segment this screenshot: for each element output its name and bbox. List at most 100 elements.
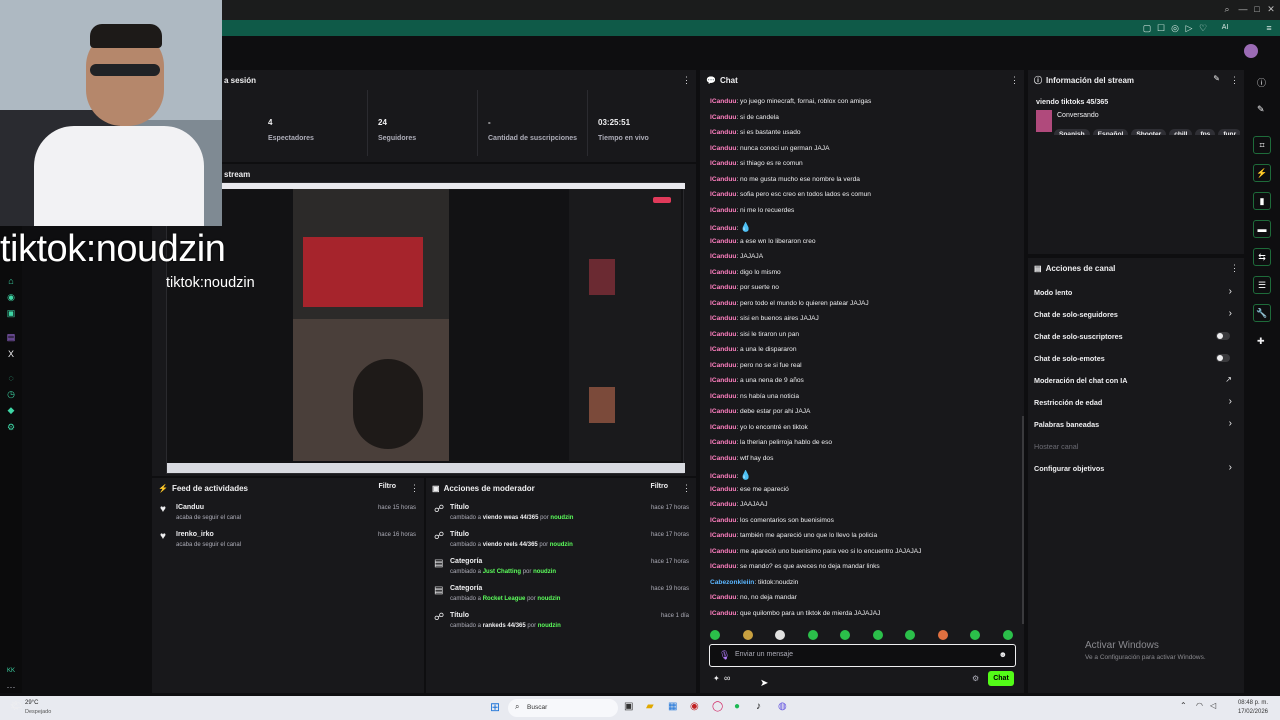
stream-tag[interactable]: Shooter xyxy=(1131,129,1167,135)
chat-message[interactable]: ICanduu: pero no se si fue real xyxy=(710,362,802,369)
chat-message[interactable]: ICanduu: JAJAJA xyxy=(710,253,763,260)
windows-start-icon[interactable]: ⊞ xyxy=(490,700,500,714)
stream-tag[interactable]: fps xyxy=(1195,129,1216,135)
maximize-icon[interactable]: □ xyxy=(1252,4,1262,14)
chat-message[interactable]: ICanduu: la therian pelirroja hablo de e… xyxy=(710,439,832,446)
channel-actions-menu-icon[interactable]: ⋮ xyxy=(1230,262,1239,274)
chat-input[interactable]: 🎙 Enviar un mensaje ☻ xyxy=(709,644,1016,667)
chat-settings-icon[interactable]: ⚙ xyxy=(972,674,979,683)
link-icon[interactable]: ⇆ xyxy=(1253,248,1271,266)
clip-icon[interactable]: ⌗ xyxy=(1253,136,1271,154)
chat-username[interactable]: ICanduu xyxy=(710,269,736,276)
play-icon[interactable]: ▷ xyxy=(1184,23,1194,33)
home-icon[interactable]: ⌂ xyxy=(6,276,16,286)
clock-icon[interactable]: ◷ xyxy=(6,389,16,399)
channel-action-row[interactable]: Moderación del chat con IA ↗ xyxy=(1028,370,1244,388)
emote-icon[interactable] xyxy=(1002,630,1013,640)
mod-actions-menu-icon[interactable]: ⋮ xyxy=(682,482,691,494)
chat-message[interactable]: ICanduu: si es bastante usado xyxy=(710,129,801,136)
chat-username[interactable]: ICanduu xyxy=(710,238,736,245)
spotify-icon[interactable]: ● xyxy=(734,701,740,712)
monitor-icon[interactable]: ▣ xyxy=(6,308,16,318)
chat-username[interactable]: ICanduu xyxy=(710,300,736,307)
close-icon[interactable]: ✕ xyxy=(1266,4,1276,14)
bolt-icon[interactable]: ⚡ xyxy=(1253,164,1271,182)
activity-filter-button[interactable]: Filtro xyxy=(379,483,397,490)
channel-action-row[interactable]: Hostear canal xyxy=(1028,436,1244,454)
chat-message[interactable]: ICanduu: sisi le tiraron un pan xyxy=(710,331,799,338)
chat-username[interactable]: ICanduu xyxy=(710,98,736,105)
chat-username[interactable]: ICanduu xyxy=(710,393,736,400)
chat-message[interactable]: ICanduu: yo juego minecraft, fornai, rob… xyxy=(710,98,871,105)
chat-message[interactable]: ICanduu: también me apareció uno que lo … xyxy=(710,532,877,539)
heart-icon[interactable]: ♡ xyxy=(1198,23,1208,33)
channel-action-row[interactable]: Restricción de edad › xyxy=(1028,392,1244,410)
minimize-icon[interactable]: — xyxy=(1238,4,1248,14)
address-bar[interactable]: ▢ ☐ ◎ ▷ ♡ AI ≡ xyxy=(222,20,1280,36)
channel-action-row[interactable]: Palabras baneadas › xyxy=(1028,414,1244,432)
edit-icon[interactable]: ✎ xyxy=(1213,74,1220,83)
chat-username[interactable]: ICanduu xyxy=(710,424,736,431)
tray-chevron-icon[interactable]: ⌃ xyxy=(1180,701,1187,710)
weather-icon[interactable]: 🌤 xyxy=(10,701,23,712)
chat-message[interactable]: ICanduu: no, no deja mandar xyxy=(710,594,797,601)
shield-icon[interactable]: ◎ xyxy=(1170,23,1180,33)
volume-icon[interactable]: ◁ xyxy=(1210,701,1216,710)
chat-send-button[interactable]: Chat xyxy=(988,671,1014,686)
more-icon[interactable]: ⋯ xyxy=(6,682,16,692)
stream-info-menu-icon[interactable]: ⋮ xyxy=(1230,74,1239,86)
extension-icon[interactable]: ▢ xyxy=(1142,23,1152,33)
activity-item[interactable]: ♥ ICanduu acaba de seguir el canal hace 15 … xyxy=(152,500,424,524)
chat-message[interactable]: ICanduu: a una nena de 9 años xyxy=(710,377,804,384)
chat-message[interactable]: ICanduu: 💧 xyxy=(710,470,751,481)
chat-username[interactable]: ICanduu xyxy=(710,594,736,601)
tiktok-icon[interactable]: ♪ xyxy=(756,701,761,712)
wifi-icon[interactable]: ◠ xyxy=(1196,701,1203,710)
chat-username[interactable]: ICanduu xyxy=(710,439,736,446)
mod-action-item[interactable]: ☍ Título cambiado a viendo reels 44/365 po… xyxy=(426,527,696,551)
emote-icon[interactable] xyxy=(775,630,785,640)
store-icon[interactable]: ▦ xyxy=(668,701,677,712)
tag-icon[interactable]: ◆ xyxy=(6,405,16,415)
bookmark-icon[interactable]: ☐ xyxy=(1156,23,1166,33)
channel-action-row[interactable]: Chat de solo-seguidores › xyxy=(1028,304,1244,322)
opera-icon[interactable]: ◯ xyxy=(712,701,723,712)
mod-action-user[interactable]: noudzin xyxy=(533,569,556,575)
mod-action-user[interactable]: noudzin xyxy=(538,623,561,629)
stream-tag[interactable]: Español xyxy=(1092,129,1129,135)
chat-message[interactable]: ICanduu: 💧 xyxy=(710,222,751,233)
mod-action-user[interactable]: noudzin xyxy=(550,542,573,548)
search-icon[interactable]: ⌕ xyxy=(1222,4,1232,14)
stream-tag[interactable]: chill xyxy=(1169,129,1193,135)
chat-username[interactable]: ICanduu xyxy=(710,377,736,384)
chat-username[interactable]: ICanduu xyxy=(710,315,736,322)
task-view-icon[interactable]: ▣ xyxy=(624,701,633,712)
emote-icon[interactable] xyxy=(742,630,753,640)
chat-username[interactable]: ICanduu xyxy=(710,548,736,555)
chat-menu-icon[interactable]: ⋮ xyxy=(1010,74,1019,86)
twitch-icon[interactable]: ▤ xyxy=(6,332,16,342)
mod-action-item[interactable]: ▤ Categoría cambiado a Rocket League por n… xyxy=(426,581,696,605)
chat-username[interactable]: ICanduu xyxy=(710,114,736,121)
info-circle-icon[interactable]: ⓘ xyxy=(1257,76,1266,89)
emote-icon[interactable] xyxy=(905,630,915,640)
emote-icon[interactable] xyxy=(840,630,850,640)
chat-username[interactable]: ICanduu xyxy=(710,408,736,415)
chat-message[interactable]: ICanduu: pero todo el mundo lo quieren p… xyxy=(710,300,869,307)
compass-icon[interactable]: ◌ xyxy=(6,373,16,383)
chat-username[interactable]: ICanduu xyxy=(710,346,736,353)
chat-username[interactable]: ICanduu xyxy=(710,176,736,183)
chat-message[interactable]: ICanduu: que quilombo para un tiktok de … xyxy=(710,610,880,617)
emoji-icon[interactable]: ☻ xyxy=(999,650,1007,659)
avatar[interactable] xyxy=(1244,44,1258,58)
chat-username[interactable]: ICanduu xyxy=(710,473,736,480)
channel-action-row[interactable]: Chat de solo-suscriptores xyxy=(1028,326,1244,344)
message-icon[interactable]: ▬ xyxy=(1253,220,1271,238)
channel-action-row[interactable]: Chat de solo-emotes xyxy=(1028,348,1244,366)
wrench-icon[interactable]: 🔧 xyxy=(1253,304,1271,322)
chat-username[interactable]: ICanduu xyxy=(710,517,736,524)
chat-username[interactable]: ICanduu xyxy=(710,207,736,214)
chat-username[interactable]: ICanduu xyxy=(710,160,736,167)
mic-icon[interactable]: 🎙 xyxy=(719,650,730,661)
chat-message[interactable]: ICanduu: me apareció uno buenisimo para … xyxy=(710,548,921,555)
